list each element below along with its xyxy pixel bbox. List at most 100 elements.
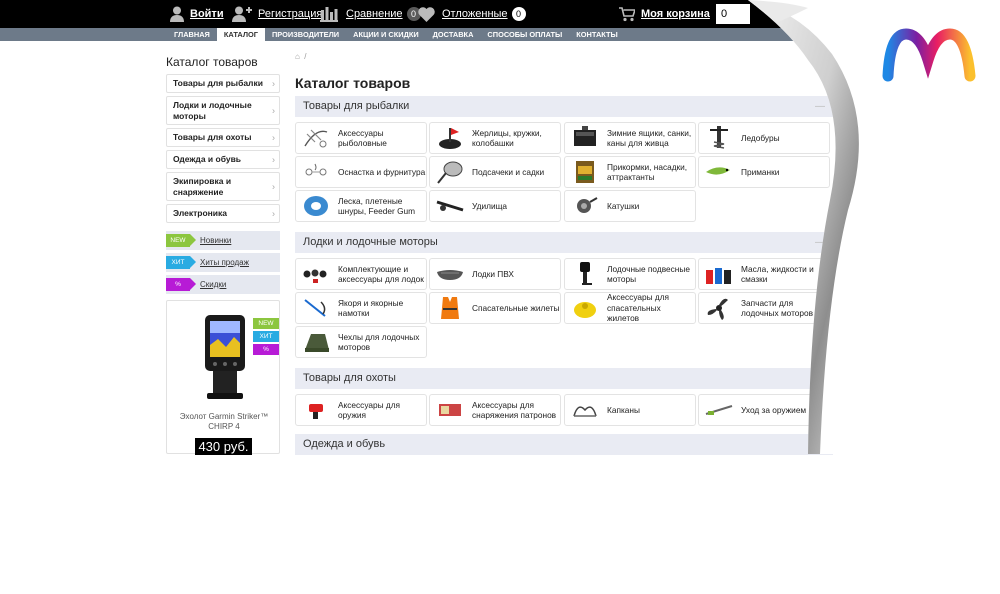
section-title: Одежда и обувь xyxy=(303,438,386,450)
chevron-right-icon: › xyxy=(272,181,275,191)
hit-tag: ХИТ xyxy=(166,256,196,269)
cart-sum: 0 руб. xyxy=(716,4,750,24)
category-card[interactable]: Жерлицы, кружки, колобашки xyxy=(429,122,561,154)
wishlist-label: Отложенные xyxy=(442,8,508,20)
category-card[interactable]: Прикормки, насадки, аттрактанты xyxy=(564,156,696,188)
cart-label: Моя корзина xyxy=(641,8,710,20)
register-link[interactable]: Регистрация xyxy=(232,0,322,28)
new-link[interactable]: Новинки xyxy=(200,236,231,245)
sidebar-label-sale[interactable]: % Скидки xyxy=(166,275,280,294)
product-tag-new: NEW xyxy=(253,318,279,329)
bar-chart-icon xyxy=(320,7,338,22)
nav-item-contacts[interactable]: КОНТАКТЫ xyxy=(569,28,624,41)
tackle-icon xyxy=(305,163,327,176)
reloading-icon xyxy=(439,404,461,416)
ice-box-icon xyxy=(574,126,596,146)
section-title: Товары для рыбалки xyxy=(303,100,410,112)
fish-finder-image xyxy=(205,315,245,399)
shopping-cart-icon xyxy=(619,6,635,21)
category-label: Удилища xyxy=(472,200,508,211)
sidebar-item-fishing[interactable]: Товары для рыбалки › xyxy=(166,74,280,93)
product-tag-sale: % xyxy=(253,344,279,355)
category-label: Оснастка и фурнитура xyxy=(338,166,426,177)
chevron-right-icon: › xyxy=(272,154,275,164)
sidebar-label-new[interactable]: NEW Новинки xyxy=(166,231,280,250)
category-label: Капканы xyxy=(607,404,640,415)
jacket-accessory-icon xyxy=(574,302,596,318)
lure-icon xyxy=(706,167,730,175)
category-card[interactable]: Оснастка и фурнитура xyxy=(295,156,427,188)
home-icon[interactable]: ⌂ xyxy=(295,52,300,61)
category-card[interactable]: Зимние ящики, санки, каны для живца xyxy=(564,122,696,154)
sidebar-title: Каталог товаров xyxy=(166,55,258,69)
hit-link[interactable]: Хиты продаж xyxy=(200,258,249,267)
product-card[interactable]: NEW ХИТ % Эхолот Garmin Striker™ CHIRP 4… xyxy=(166,300,281,455)
sidebar-item-label: Экипировка и снаряжение xyxy=(173,175,232,197)
product-price: 430 руб. xyxy=(195,438,252,455)
reel-icon xyxy=(577,197,598,213)
category-card[interactable]: Аксессуары для спасательных жилетов xyxy=(564,292,696,324)
sidebar-item-hunting[interactable]: Товары для охоты › xyxy=(166,128,280,147)
nav-item-manufacturers[interactable]: ПРОИЗВОДИТЕЛИ xyxy=(265,28,346,41)
outboard-motor-icon xyxy=(580,262,592,285)
nav-item-delivery[interactable]: ДОСТАВКА xyxy=(426,28,481,41)
sidebar-item-boats[interactable]: Лодки и лодочные моторы › xyxy=(166,96,280,125)
chevron-right-icon: › xyxy=(272,208,275,218)
category-label: Чехлы для лодочных моторов xyxy=(338,331,420,353)
trap-icon xyxy=(573,406,597,417)
category-card[interactable]: Аксессуары для снаряжения патронов xyxy=(429,394,561,426)
category-card[interactable]: Аксессуары рыболовные xyxy=(295,122,427,154)
groundbait-icon xyxy=(576,161,594,183)
login-link[interactable]: Войти xyxy=(170,0,224,28)
sidebar-item-label: Товары для рыбалки xyxy=(173,78,263,88)
nav-item-home[interactable]: ГЛАВНАЯ xyxy=(167,28,217,41)
category-card[interactable]: Комплектующие и аксессуары для лодок xyxy=(295,258,427,290)
sidebar-item-label: Электроника xyxy=(173,208,227,218)
category-label: Зимние ящики, санки, каны для живца xyxy=(607,127,692,149)
category-card[interactable]: Лодочные подвесные моторы xyxy=(564,258,696,290)
nav-item-promotions[interactable]: АКЦИИ И СКИДКИ xyxy=(346,28,426,41)
chevron-right-icon: › xyxy=(272,105,275,115)
category-label: Спасательные жилеты xyxy=(472,302,560,313)
sidebar-item-equipment[interactable]: Экипировка и снаряжение › xyxy=(166,172,280,201)
category-card[interactable]: Леска, плетеные шнуры, Feeder Gum xyxy=(295,190,427,222)
boat-parts-icon xyxy=(303,269,327,283)
category-card[interactable]: Якоря и якорные намотки xyxy=(295,292,427,324)
sidebar-label-hit[interactable]: ХИТ Хиты продаж xyxy=(166,253,280,272)
nav-item-catalog[interactable]: КАТАЛОГ xyxy=(216,28,265,41)
sale-link[interactable]: Скидки xyxy=(200,280,226,289)
category-label: Прикормки, насадки, аттрактанты xyxy=(607,161,688,183)
cart-link[interactable]: Моя корзина 0 xyxy=(619,0,730,28)
chevron-right-icon: › xyxy=(272,78,275,88)
category-label: Катушки xyxy=(607,200,640,211)
brand-logo xyxy=(882,28,976,82)
category-card[interactable]: Удилища xyxy=(429,190,561,222)
new-tag: NEW xyxy=(166,234,196,247)
product-name[interactable]: Эхолот Garmin Striker™ CHIRP 4 xyxy=(167,412,281,432)
sidebar-item-electronics[interactable]: Электроника › xyxy=(166,204,280,223)
category-label: Аксессуары для снаряжения патронов xyxy=(472,399,557,421)
pvc-boat-icon xyxy=(437,270,463,280)
fishing-line-icon xyxy=(304,196,328,216)
category-label: Аксессуары рыболовные xyxy=(338,127,387,149)
compare-link[interactable]: Сравнение 0 xyxy=(320,0,421,28)
category-card[interactable]: Лодки ПВХ xyxy=(429,258,561,290)
category-card[interactable]: Капканы xyxy=(564,394,696,426)
section-title: Товары для охоты xyxy=(303,372,396,384)
sidebar-item-clothing[interactable]: Одежда и обувь › xyxy=(166,150,280,169)
category-card[interactable]: Подсачеки и садки xyxy=(429,156,561,188)
category-label: Комплектующие и аксессуары для лодок xyxy=(338,263,424,285)
oil-bottles-icon xyxy=(706,268,731,284)
category-card[interactable]: Чехлы для лодочных моторов xyxy=(295,326,427,358)
sidebar-item-label: Товары для охоты xyxy=(173,132,252,142)
category-label: Жерлицы, кружки, колобашки xyxy=(472,127,542,149)
category-card[interactable]: Спасательные жилеты xyxy=(429,292,561,324)
wishlist-link[interactable]: Отложенные 0 xyxy=(418,0,526,28)
nav-item-payment[interactable]: СПОСОБЫ ОПЛАТЫ xyxy=(480,28,569,41)
category-card[interactable]: Аксессуары для оружия xyxy=(295,394,427,426)
category-card[interactable]: Катушки xyxy=(564,190,696,222)
user-icon xyxy=(170,6,184,22)
login-label: Войти xyxy=(190,8,224,20)
wishlist-count-badge: 0 xyxy=(511,7,526,21)
category-label: Лодки ПВХ xyxy=(472,268,514,279)
